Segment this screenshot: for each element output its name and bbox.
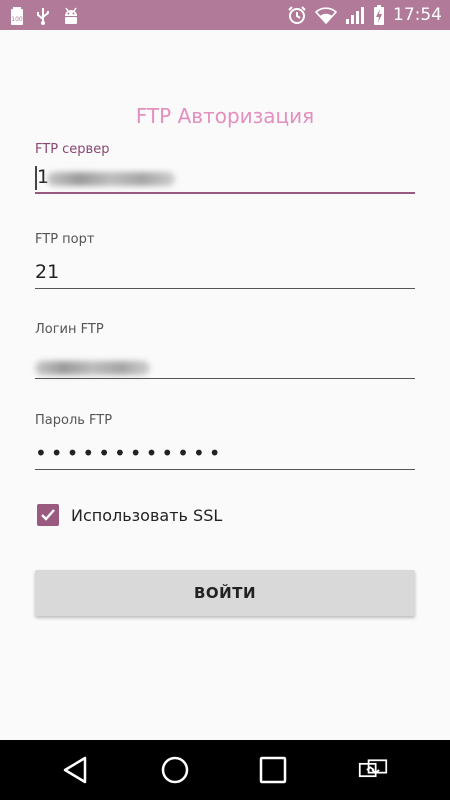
rotate-button[interactable] — [358, 755, 388, 785]
port-underline — [35, 288, 415, 289]
home-button[interactable] — [160, 755, 190, 785]
wifi-icon — [315, 6, 337, 24]
ssl-checkbox-row[interactable]: Использовать SSL — [37, 503, 222, 527]
status-bar: 100 17:54 — [0, 0, 450, 30]
home-icon — [161, 756, 189, 784]
port-input[interactable]: 21 — [35, 255, 415, 289]
server-underline — [35, 192, 415, 194]
redacted-server-blur — [47, 172, 175, 186]
login-underline — [35, 378, 415, 379]
page-title: FTP Авторизация — [135, 104, 315, 128]
redacted-login-blur — [35, 361, 150, 375]
login-button[interactable]: ВОЙТИ — [35, 570, 415, 616]
port-value: 21 — [35, 261, 60, 283]
recents-button[interactable] — [258, 755, 288, 785]
port-field: FTP порт 21 — [35, 232, 415, 289]
login-field: Логин FTP — [35, 322, 415, 379]
alarm-icon — [287, 5, 307, 25]
svg-text:100: 100 — [11, 16, 23, 23]
back-icon — [63, 756, 87, 784]
login-input[interactable] — [35, 345, 415, 379]
port-label: FTP порт — [35, 232, 95, 247]
password-field: Пароль FTP •••••••••••• — [35, 413, 415, 470]
ssl-checkbox[interactable] — [37, 504, 59, 526]
signal-icon — [345, 6, 365, 24]
login-label: Логин FTP — [35, 322, 104, 337]
password-value: •••••••••••• — [35, 441, 225, 465]
server-label: FTP сервер — [35, 142, 110, 157]
screen-rotate-icon — [358, 759, 388, 778]
battery-100-notification-icon: 100 — [10, 7, 24, 25]
recents-icon — [259, 756, 287, 784]
battery-charging-icon — [373, 5, 385, 25]
password-underline — [35, 469, 415, 470]
navigation-bar — [0, 740, 450, 800]
server-input[interactable]: 1 — [35, 160, 415, 194]
checkmark-icon — [41, 509, 55, 521]
android-debug-icon — [62, 7, 80, 25]
password-input[interactable]: •••••••••••• — [35, 436, 415, 470]
usb-icon — [36, 7, 50, 25]
password-label: Пароль FTP — [35, 413, 113, 428]
clock: 17:54 — [393, 5, 442, 25]
server-field: FTP сервер 1 — [35, 142, 415, 194]
ssl-label: Использовать SSL — [71, 505, 223, 525]
back-button[interactable] — [60, 755, 90, 785]
